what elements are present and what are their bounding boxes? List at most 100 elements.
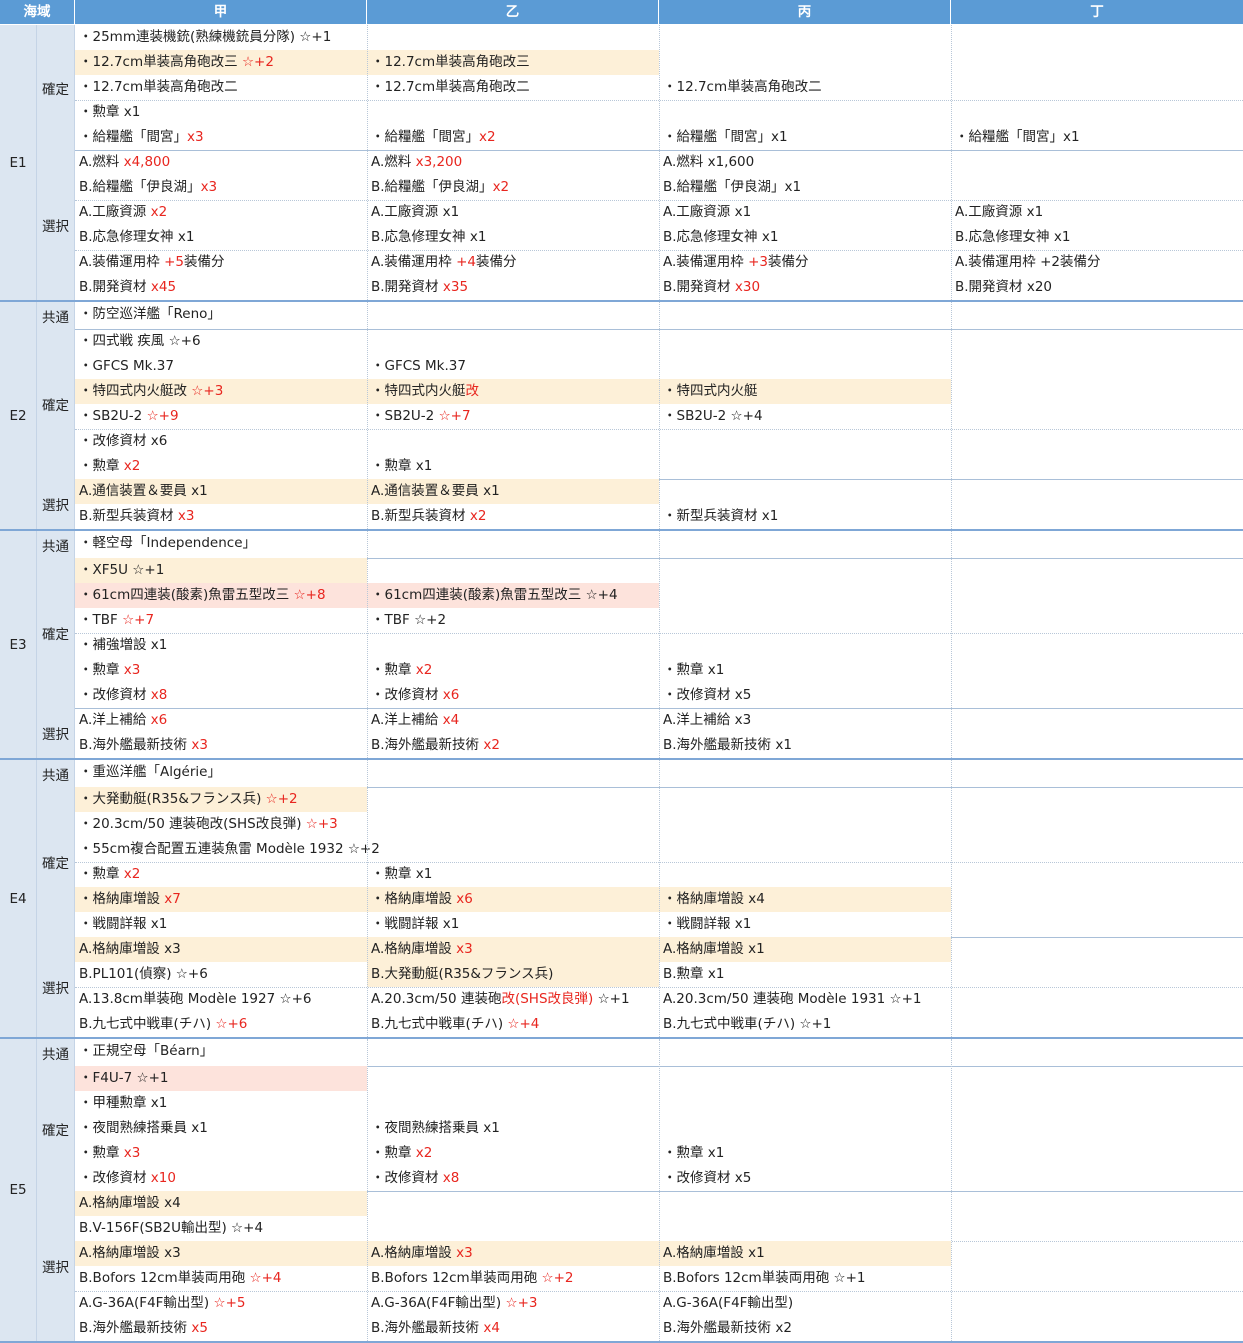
highlight-value: x45 [150,279,177,295]
column-divider [659,302,660,529]
reward-item: B.Bofors 12cm単装両用砲 ☆+1 [663,1270,866,1286]
reward-item: A.G-36A(F4F輸出型) ☆+3 [371,1295,538,1311]
reward-item: ・補強増設 x1 [79,637,168,653]
highlight-value: ☆+3 [305,816,338,832]
reward-item: A.工廠資源 x2 [79,204,168,220]
highlight-value: ☆+7 [438,408,471,424]
highlight-value: x8 [150,687,168,703]
reward-item: A.洋上補給 x3 [663,712,752,728]
reward-item: ・12.7cm単装高角砲改二 [663,79,822,95]
section-type: 共通 [37,531,75,558]
highlight-value: x2 [415,662,433,678]
reward-item: B.開発資材 x20 [955,279,1053,295]
zone-label: E5 [0,1039,37,1341]
reward-item: B.海外艦最新技術 x2 [371,737,500,753]
highlight-value: +5 [164,254,184,270]
reward-item: A.格納庫増設 x3 [367,1241,659,1266]
highlight-value: x2 [469,508,487,524]
highlight-value: ☆+7 [122,612,155,628]
reward-item: ・甲種勲章 x1 [79,1095,168,1111]
zone-label: E3 [0,531,37,758]
reward-item: ・特四式内火艇改 [367,379,659,404]
reward-item: ・給糧艦「間宮」x2 [371,129,496,145]
highlight-value: x3 [456,941,473,957]
highlight-value: x2 [479,129,496,145]
reward-item: B.九七式中戦車(チハ) ☆+1 [663,1016,832,1032]
zone-label: E1 [0,25,37,300]
reward-item: B.海外艦最新技術 x1 [663,737,792,753]
reward-item: A.通信装置＆要員 x1 [367,479,659,504]
reward-item: ・55cm複合配置五連装魚雷 Modèle 1932 ☆+2 [79,841,380,857]
column-divider [951,302,952,529]
reward-item: A.13.8cm単装砲 Modèle 1927 ☆+6 [79,991,312,1007]
reward-item: A.格納庫増設 x3 [75,1241,367,1266]
highlight-value: x6 [456,891,473,907]
reward-item: ・給糧艦「間宮」x3 [79,129,204,145]
section-type: 共通 [37,760,75,787]
reward-item: A.G-36A(F4F輸出型) [663,1295,794,1311]
highlight-value: x3 [177,508,195,524]
highlight-value: x2 [123,458,141,474]
highlight-value: x3 [200,179,218,195]
reward-item: ・61cm四連装(酸素)魚雷五型改三 ☆+4 [367,583,659,608]
reward-item: A.燃料 x3,200 [371,154,463,170]
reward-item: ・XF5U ☆+1 [75,558,367,583]
reward-item: B.応急修理女神 x1 [663,229,779,245]
highlight-value: ☆+2 [541,1270,574,1286]
reward-item: ・戦闘詳報 x1 [663,916,752,932]
reward-item: ・改修資材 x6 [79,433,168,449]
reward-item: ・勲章 x2 [371,1145,433,1161]
reward-item: ・改修資材 x5 [663,1170,752,1186]
reward-table: 海域 甲 乙 丙 丁 ・25mm連装機銃(熟練機銃員分隊) ☆+1 ・12.7cm… [0,0,1243,1343]
highlight-value: ☆+9 [146,408,179,424]
reward-item: ・12.7cm単装高角砲改三 ☆+2 [75,50,367,75]
reward-item: ・新型兵装資材 x1 [663,508,779,524]
highlight-value: ☆+5 [213,1295,246,1311]
header-col-hei: 丙 [659,0,951,24]
reward-item: ・格納庫増設 x7 [75,887,367,912]
reward-item: ・61cm四連装(酸素)魚雷五型改三 ☆+8 [75,583,367,608]
reward-item: B.応急修理女神 x1 [79,229,195,245]
column-divider [951,25,952,300]
highlight-value: +3 [748,254,768,270]
reward-item: B.Bofors 12cm単装両用砲 ☆+4 [79,1270,282,1286]
section-type: 選択 [37,150,75,300]
column-divider [367,302,368,529]
reward-item: ・TBF ☆+2 [371,612,447,628]
reward-item: A.装備運用枠 +5装備分 [79,254,225,270]
reward-item: A.格納庫増設 x3 [75,937,367,962]
reward-item: B.応急修理女神 x1 [371,229,487,245]
section-type: 確定 [37,25,75,150]
reward-item: ・勲章 x2 [79,458,141,474]
reward-item: ・GFCS Mk.37 [79,358,174,374]
highlight-value: ☆+4 [507,1016,540,1032]
reward-item: A.装備運用枠 +2装備分 [955,254,1101,270]
highlight-value: x30 [734,279,761,295]
header-col-kou: 甲 [75,0,367,24]
reward-item: ・勲章 x1 [371,866,433,882]
section-type: 確定 [37,329,75,479]
reward-item: ・12.7cm単装高角砲改二 [371,79,530,95]
reward-item: ・勲章 x2 [79,866,141,882]
reward-item: B.応急修理女神 x1 [955,229,1071,245]
reward-item: ・TBF ☆+7 [79,612,155,628]
highlight-value: x2 [415,1145,433,1161]
column-divider [951,531,952,758]
reward-item: A.G-36A(F4F輸出型) ☆+5 [79,1295,246,1311]
reward-item: B.九七式中戦車(チハ) ☆+4 [371,1016,540,1032]
highlight-value: x4 [442,712,460,728]
reward-item: A.20.3cm/50 連装砲改(SHS改良弾) ☆+1 [371,991,630,1007]
highlight-value: x35 [442,279,469,295]
column-divider [367,1039,368,1341]
highlight-value: x4,800 [123,154,171,170]
reward-item: ・特四式内火艇 [659,379,951,404]
reward-item: ・四式戦 疾風 ☆+6 [79,333,201,349]
zone-label: E4 [0,760,37,1037]
reward-item: ・改修資材 x10 [79,1170,176,1186]
column-divider [659,25,660,300]
section-type: 共通 [37,302,75,329]
highlight-value: 改(SHS改良弾) [501,991,594,1007]
reward-item: A.工廠資源 x1 [663,204,752,220]
reward-item: B.勲章 x1 [663,966,725,982]
reward-item: ・改修資材 x8 [371,1170,460,1186]
